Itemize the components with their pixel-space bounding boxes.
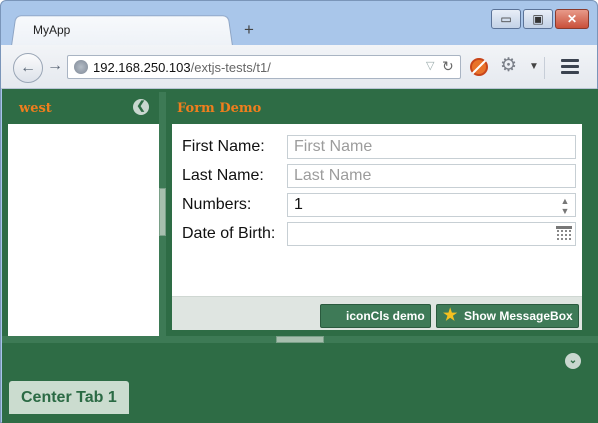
numbers-field[interactable] (287, 193, 576, 217)
collapse-left-icon[interactable]: ❮ (133, 99, 149, 115)
west-panel-body (8, 124, 159, 336)
dob-label: Date of Birth: (182, 225, 276, 242)
menu-icon[interactable] (561, 59, 579, 75)
app-viewport: west ❮ Form Demo First Name: Last Name: … (2, 89, 598, 423)
maximize-icon: ▣ (532, 12, 544, 26)
toolbar-divider (544, 57, 545, 79)
iconcls-demo-label: iconCls demo (346, 309, 425, 323)
url-text[interactable]: 192.168.250.103/extjs-tests/t1/ (93, 60, 271, 75)
splitter-collapse-handle-south[interactable] (276, 336, 324, 343)
url-host: 192.168.250.103 (93, 60, 191, 75)
minimize-button[interactable]: ▭ (491, 9, 521, 29)
minimize-icon: ▭ (500, 12, 512, 26)
browser-window: MyApp + ▭ ▣ ✕ ← → 192.168.250.103/extjs-… (0, 0, 598, 423)
form-panel-title: Form Demo (177, 101, 262, 116)
numbers-spinner[interactable]: ▲ ▼ (558, 196, 572, 216)
noscript-icon[interactable] (470, 58, 488, 76)
form-body: First Name: Last Name: Numbers: ▲ ▼ Date… (172, 124, 582, 296)
url-dropdown-icon[interactable]: ▽ (426, 59, 434, 72)
tab-center-1[interactable]: Center Tab 1 (9, 381, 129, 414)
first-name-label: First Name: (182, 138, 265, 155)
title-bar: MyApp + ▭ ▣ ✕ (1, 1, 597, 46)
address-bar[interactable]: 192.168.250.103/extjs-tests/t1/ ▽ ↻ (67, 55, 461, 79)
star-icon: ★ (443, 307, 458, 324)
west-panel-header: west ❮ (8, 92, 159, 122)
maximize-button[interactable]: ▣ (523, 9, 553, 29)
horizontal-splitter[interactable] (2, 336, 598, 343)
url-path: /extjs-tests/t1/ (190, 60, 271, 75)
vertical-splitter[interactable] (159, 92, 166, 336)
browser-toolbar: ← → 192.168.250.103/extjs-tests/t1/ ▽ ↻ … (1, 45, 597, 89)
first-name-field[interactable] (287, 135, 576, 159)
tab-label: Center Tab 1 (21, 389, 117, 406)
west-panel: west ❮ (8, 92, 159, 336)
form-panel: Form Demo First Name: Last Name: Numbers… (166, 92, 589, 332)
spinner-up-icon[interactable]: ▲ (558, 196, 572, 206)
chevron-down-icon[interactable]: ⌄ (565, 353, 581, 369)
splitter-collapse-handle[interactable] (159, 188, 166, 236)
numbers-label: Numbers: (182, 196, 252, 213)
last-name-label: Last Name: (182, 167, 264, 184)
globe-icon (74, 60, 88, 74)
dob-field[interactable] (287, 222, 576, 246)
west-panel-title: west (19, 101, 52, 116)
spinner-down-icon[interactable]: ▼ (558, 206, 572, 216)
tab-title[interactable]: MyApp (33, 23, 70, 37)
reload-icon[interactable]: ↻ (442, 58, 454, 75)
last-name-field[interactable] (287, 164, 576, 188)
gear-icon[interactable]: ⚙ (500, 55, 517, 77)
show-messagebox-label: Show MessageBox (464, 309, 573, 323)
chevron-down-icon[interactable]: ▼ (529, 61, 539, 72)
back-icon: ← (20, 59, 36, 76)
close-button[interactable]: ✕ (555, 9, 589, 29)
iconcls-demo-button[interactable]: iconCls demo (320, 304, 431, 328)
south-panel: ⌄ Center Tab 1 (2, 343, 598, 423)
close-icon: ✕ (566, 12, 578, 26)
calendar-icon[interactable] (556, 226, 572, 240)
form-toolbar: iconCls demo ★ Show MessageBox (172, 296, 582, 330)
back-button[interactable]: ← (13, 53, 43, 83)
show-messagebox-button[interactable]: ★ Show MessageBox (436, 304, 579, 328)
new-tab-button[interactable]: + (244, 20, 254, 40)
forward-icon[interactable]: → (47, 57, 63, 75)
